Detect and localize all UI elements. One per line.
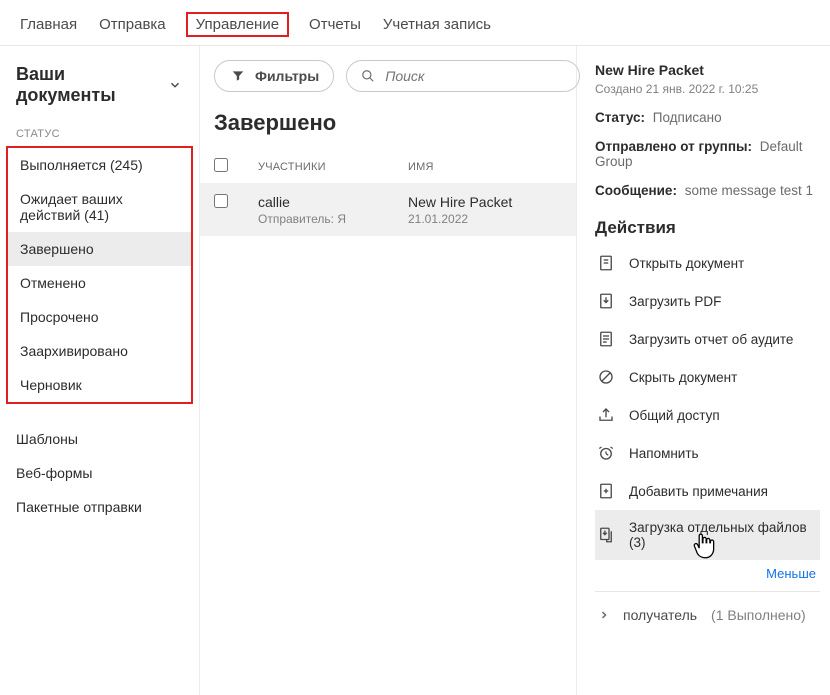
select-all-checkbox[interactable] bbox=[214, 158, 228, 172]
actions-heading: Действия bbox=[595, 218, 820, 238]
nav-send[interactable]: Отправка bbox=[97, 10, 168, 39]
nav-manage-highlight: Управление bbox=[186, 12, 289, 37]
row-checkbox[interactable] bbox=[214, 194, 228, 208]
search-input[interactable] bbox=[385, 68, 567, 84]
nav-home[interactable]: Главная bbox=[18, 10, 79, 39]
files-download-icon bbox=[597, 526, 615, 544]
audit-report-icon bbox=[597, 330, 615, 348]
recipient-label: получатель bbox=[623, 607, 697, 623]
sidebar: Ваши документы СТАТУС Выполняется (245) … bbox=[0, 46, 200, 695]
filters-label: Фильтры bbox=[255, 68, 319, 84]
search-box[interactable] bbox=[346, 60, 580, 92]
action-label: Напомнить bbox=[629, 446, 699, 461]
sidebar-item-waiting[interactable]: Ожидает ваших действий (41) bbox=[8, 182, 191, 232]
table-row[interactable]: callie Отправитель: Я New Hire Packet 21… bbox=[200, 184, 576, 236]
nav-account[interactable]: Учетная запись bbox=[381, 10, 493, 39]
note-icon bbox=[597, 482, 615, 500]
sidebar-section-label: СТАТУС bbox=[0, 120, 199, 146]
action-download-individual-files[interactable]: Загрузка отдельных файлов (3) bbox=[595, 510, 820, 560]
document-icon bbox=[597, 254, 615, 272]
action-label: Общий доступ bbox=[629, 408, 720, 423]
sidebar-item-cancelled[interactable]: Отменено bbox=[8, 266, 191, 300]
meta-status: Статус: Подписано bbox=[595, 110, 820, 125]
meta-group: Отправлено от группы: Default Group bbox=[595, 139, 820, 169]
action-add-notes[interactable]: Добавить примечания bbox=[595, 472, 820, 510]
sidebar-status-highlight: Выполняется (245) Ожидает ваших действий… bbox=[6, 146, 193, 404]
document-title: New Hire Packet bbox=[595, 62, 820, 78]
action-label: Скрыть документ bbox=[629, 370, 737, 385]
sidebar-item-completed[interactable]: Завершено bbox=[8, 232, 191, 266]
sidebar-item-webforms[interactable]: Веб-формы bbox=[0, 456, 199, 490]
search-icon bbox=[359, 67, 377, 85]
action-label: Добавить примечания bbox=[629, 484, 768, 499]
action-download-audit[interactable]: Загрузить отчет об аудите bbox=[595, 320, 820, 358]
action-remind[interactable]: Напомнить bbox=[595, 434, 820, 472]
download-pdf-icon bbox=[597, 292, 615, 310]
row-date: 21.01.2022 bbox=[408, 212, 562, 226]
sidebar-item-in-progress[interactable]: Выполняется (245) bbox=[8, 148, 191, 182]
action-label: Загрузить отчет об аудите bbox=[629, 332, 793, 347]
nav-manage[interactable]: Управление bbox=[194, 10, 281, 39]
filters-button[interactable]: Фильтры bbox=[214, 60, 334, 92]
clock-icon bbox=[597, 444, 615, 462]
sidebar-item-overdue[interactable]: Просрочено bbox=[8, 300, 191, 334]
cursor-hand-icon bbox=[691, 532, 717, 565]
share-icon bbox=[597, 406, 615, 424]
action-label: Загрузить PDF bbox=[629, 294, 721, 309]
chevron-right-icon bbox=[595, 606, 613, 624]
row-participant: callie bbox=[258, 194, 408, 210]
row-name: New Hire Packet bbox=[408, 194, 562, 210]
action-label: Открыть документ bbox=[629, 256, 744, 271]
sidebar-item-templates[interactable]: Шаблоны bbox=[0, 422, 199, 456]
top-nav: Главная Отправка Управление Отчеты Учетн… bbox=[0, 0, 830, 46]
hide-icon bbox=[597, 368, 615, 386]
document-created: Создано 21 янв. 2022 г. 10:25 bbox=[595, 82, 820, 96]
column-name[interactable]: ИМЯ bbox=[408, 161, 562, 173]
sidebar-heading-dropdown[interactable]: Ваши документы bbox=[0, 46, 199, 120]
content-heading: Завершено bbox=[200, 108, 576, 150]
action-share[interactable]: Общий доступ bbox=[595, 396, 820, 434]
recipient-count: (1 Выполнено) bbox=[711, 607, 806, 623]
action-label: Загрузка отдельных файлов (3) bbox=[629, 520, 816, 550]
meta-message: Сообщение: some message test 1 bbox=[595, 183, 820, 198]
recipient-expander[interactable]: получатель (1 Выполнено) bbox=[595, 591, 820, 624]
table-header: УЧАСТНИКИ ИМЯ bbox=[200, 150, 576, 184]
action-download-pdf[interactable]: Загрузить PDF bbox=[595, 282, 820, 320]
sidebar-item-draft[interactable]: Черновик bbox=[8, 368, 191, 402]
action-open-document[interactable]: Открыть документ bbox=[595, 244, 820, 282]
filter-icon bbox=[229, 67, 247, 85]
details-panel: New Hire Packet Создано 21 янв. 2022 г. … bbox=[577, 46, 830, 695]
action-hide-document[interactable]: Скрыть документ bbox=[595, 358, 820, 396]
content-area: Фильтры Завершено УЧАСТНИКИ ИМЯ callie bbox=[200, 46, 577, 695]
row-participant-sub: Отправитель: Я bbox=[258, 212, 408, 226]
sidebar-heading-label: Ваши документы bbox=[16, 64, 158, 106]
sidebar-item-archived[interactable]: Заархивировано bbox=[8, 334, 191, 368]
sidebar-item-bulk-send[interactable]: Пакетные отправки bbox=[0, 490, 199, 524]
nav-reports[interactable]: Отчеты bbox=[307, 10, 363, 39]
chevron-down-icon bbox=[166, 76, 183, 94]
column-participants[interactable]: УЧАСТНИКИ bbox=[258, 161, 408, 173]
